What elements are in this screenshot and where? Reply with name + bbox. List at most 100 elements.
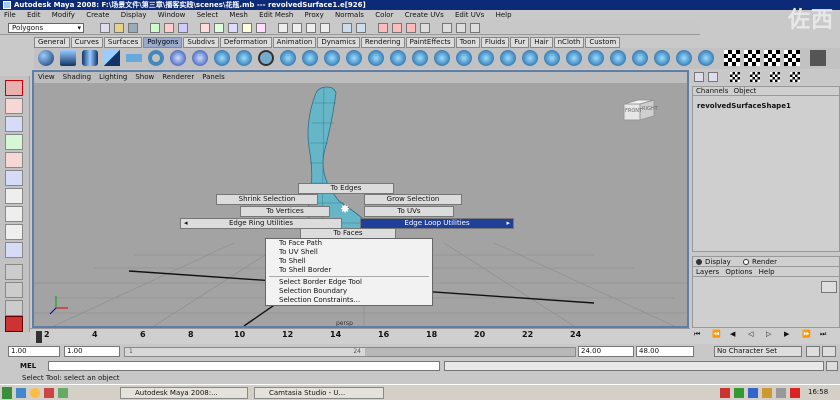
scale-tool-icon[interactable] (5, 170, 23, 186)
checker-layout-4-icon[interactable] (784, 50, 800, 66)
range-slider-handle[interactable]: 1 24 (125, 348, 365, 356)
vp-menu-renderer[interactable]: Renderer (162, 73, 194, 81)
layout-persp-outliner-icon[interactable] (5, 300, 23, 316)
merge-icon[interactable] (412, 50, 428, 66)
mel-label[interactable]: MEL (20, 362, 36, 370)
vp-menu-lighting[interactable]: Lighting (99, 73, 127, 81)
shelf-tab-subdivs[interactable]: Subdivs (183, 37, 219, 48)
menu-file[interactable]: File (4, 11, 16, 19)
save-scene-icon[interactable] (128, 23, 138, 33)
render-radio[interactable] (743, 259, 750, 265)
select-hierarchy-icon[interactable] (150, 23, 160, 33)
smooth-icon[interactable] (258, 50, 274, 66)
pick-handles-icon[interactable] (214, 23, 224, 33)
shelf-tab-custom[interactable]: Custom (585, 37, 621, 48)
pick-joints-icon[interactable] (228, 23, 238, 33)
layout-checker-c-icon[interactable] (770, 72, 780, 82)
uv-editor-icon[interactable] (698, 50, 714, 66)
shelf-tab-ncloth[interactable]: nCloth (553, 37, 585, 48)
perspective-viewport[interactable]: View Shading Lighting Show Renderer Panels (34, 72, 687, 326)
menu-modify[interactable]: Modify (52, 11, 75, 19)
playback-start-field[interactable]: 1.00 (64, 346, 120, 357)
show-tool-settings-icon[interactable] (456, 23, 466, 33)
bridge-icon[interactable] (302, 50, 318, 66)
poly-cylinder-icon[interactable] (82, 50, 98, 66)
snap-grid-icon[interactable] (278, 23, 288, 33)
layout-checker-d-icon[interactable] (790, 72, 800, 82)
quicklaunch-browser-icon[interactable] (30, 388, 40, 398)
mm-to-vertices[interactable]: To Vertices (240, 206, 330, 217)
sub-to-uv-shell[interactable]: To UV Shell (266, 248, 432, 257)
combine-icon[interactable] (214, 50, 230, 66)
shelf-tab-fur[interactable]: Fur (510, 37, 530, 48)
display-radio[interactable] (696, 259, 702, 265)
shelf-tab-animation[interactable]: Animation (272, 37, 317, 48)
channel-box-toggle-icon[interactable] (694, 72, 704, 82)
boolean-icon[interactable] (566, 50, 582, 66)
script-editor-icon[interactable] (826, 361, 838, 371)
playback-end-field[interactable]: 24.00 (578, 346, 634, 357)
shelf-tab-painteffects[interactable]: PaintEffects (405, 37, 455, 48)
menu-color[interactable]: Color (375, 11, 393, 19)
shelf-tab-deformation[interactable]: Deformation (219, 37, 272, 48)
pick-surfaces-icon[interactable] (256, 23, 266, 33)
channel-box-object-name[interactable]: revolvedSurfaceShape1 (693, 102, 839, 110)
poly-sphere-icon[interactable] (38, 50, 54, 66)
pick-curves-icon[interactable] (242, 23, 252, 33)
spherical-map-icon[interactable] (654, 50, 670, 66)
universal-manip-icon[interactable] (5, 188, 23, 204)
command-input[interactable] (48, 361, 440, 371)
planar-map-icon[interactable] (610, 50, 626, 66)
menu-edit-mesh[interactable]: Edit Mesh (259, 11, 293, 19)
history-icon[interactable] (342, 23, 352, 33)
vp-menu-shading[interactable]: Shading (63, 73, 91, 81)
shelf-tab-curves[interactable]: Curves (70, 37, 103, 48)
mm-to-uvs[interactable]: To UVs (364, 206, 454, 217)
quicklaunch-tool-icon[interactable] (58, 388, 68, 398)
mm-to-edges[interactable]: To Edges (298, 183, 394, 194)
shelf-options-icon[interactable] (810, 50, 826, 66)
output-icon[interactable] (356, 23, 366, 33)
fill-hole-icon[interactable] (456, 50, 472, 66)
soft-mod-icon[interactable] (5, 206, 23, 222)
character-set-dropdown[interactable]: No Character Set (714, 346, 802, 357)
quicklaunch-desktop-icon[interactable] (16, 388, 26, 398)
open-scene-icon[interactable] (114, 23, 124, 33)
step-forward-frame-icon[interactable]: ▶ (784, 330, 789, 338)
end-time-field[interactable]: 48.00 (636, 346, 694, 357)
poly-plane-icon[interactable] (126, 54, 142, 62)
tray-icon-1[interactable] (720, 388, 730, 398)
menu-create[interactable]: Create (86, 11, 109, 19)
tray-icon-k[interactable] (790, 388, 800, 398)
reduce-icon[interactable] (478, 50, 494, 66)
snap-point-icon[interactable] (306, 23, 316, 33)
shelf-tab-polygons[interactable]: Polygons (143, 37, 183, 48)
vp-menu-view[interactable]: View (38, 73, 55, 81)
menu-edit[interactable]: Edit (27, 11, 41, 19)
triangulate-icon[interactable] (500, 50, 516, 66)
sub-to-shell[interactable]: To Shell (266, 257, 432, 266)
menu-help[interactable]: Help (496, 11, 512, 19)
new-scene-icon[interactable] (100, 23, 110, 33)
shelf-tab-dynamics[interactable]: Dynamics (317, 37, 360, 48)
show-channel-box-icon[interactable] (470, 23, 480, 33)
cb-menu-channels[interactable]: Channels (696, 87, 728, 95)
animation-preferences-icon[interactable] (822, 346, 836, 357)
tray-icon-2[interactable] (734, 388, 744, 398)
layers-menu-layers[interactable]: Layers (696, 268, 719, 276)
shelf-tab-hair[interactable]: Hair (530, 37, 553, 48)
ipr-render-icon[interactable] (406, 23, 416, 33)
range-slider[interactable]: 1 24 (124, 347, 576, 357)
shelf-tab-surfaces[interactable]: Surfaces (103, 37, 143, 48)
snap-plane-icon[interactable] (320, 23, 330, 33)
layout-four-icon[interactable] (5, 282, 23, 298)
shelf-tab-toon[interactable]: Toon (455, 37, 480, 48)
tray-icon-3[interactable] (748, 388, 758, 398)
mm-grow-selection[interactable]: Grow Selection (364, 194, 462, 205)
menu-set-dropdown[interactable]: Polygons (8, 23, 84, 33)
poly-torus-icon[interactable] (148, 50, 164, 66)
paint-select-tool-icon[interactable] (5, 116, 23, 132)
layers-menu-options[interactable]: Options (725, 268, 752, 276)
go-to-start-icon[interactable]: ⏮ (694, 330, 700, 339)
layer-editor-toggle-icon[interactable] (708, 72, 718, 82)
